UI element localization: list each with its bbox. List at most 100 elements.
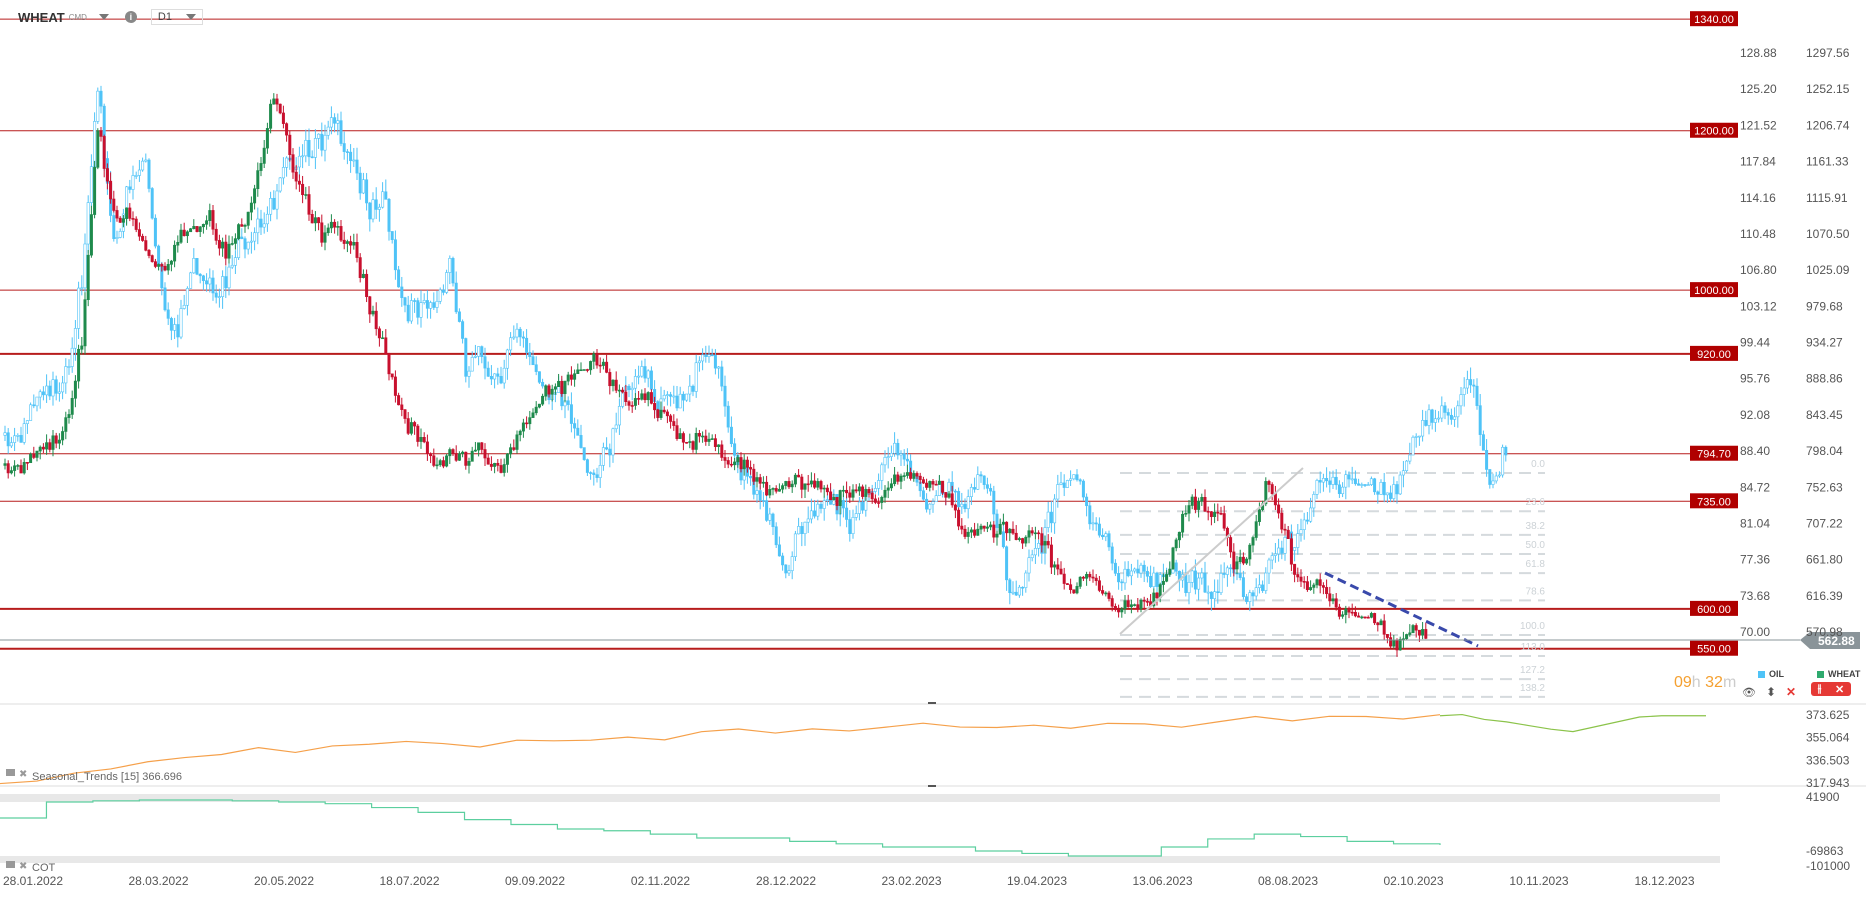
candle (1049, 511, 1053, 524)
candle (595, 353, 599, 366)
seasonal-panel-controls[interactable]: ✖ Seasonal_Trends [15] 366.696 (6, 769, 182, 783)
close-icon[interactable]: ✕ (1786, 685, 1796, 699)
candle (1334, 476, 1338, 486)
candle (563, 380, 567, 395)
candle (1305, 581, 1309, 591)
panel-close-icon[interactable]: ✖ (19, 861, 27, 872)
candle (1187, 505, 1191, 514)
candle (493, 462, 497, 467)
candle (102, 136, 106, 169)
timer-h: h (1691, 674, 1701, 691)
candle (1353, 478, 1357, 485)
candle (627, 385, 631, 391)
reorder-icon[interactable]: ⬍ (1766, 685, 1776, 699)
candle (582, 369, 586, 371)
symbol-dropdown-icon[interactable] (98, 14, 109, 20)
date-tick-label: 18.12.2023 (1634, 874, 1694, 888)
candle (1197, 500, 1201, 510)
info-icon[interactable]: i (124, 11, 137, 23)
candle (934, 495, 938, 503)
candle (1251, 537, 1255, 546)
candle (896, 442, 900, 456)
candle (816, 503, 820, 517)
candle (355, 159, 359, 174)
candle (589, 472, 593, 474)
panel-menu-icon[interactable] (6, 861, 15, 868)
candle-style-icon[interactable]: ⫲ (1818, 683, 1822, 696)
candle (240, 224, 244, 227)
candle (1219, 512, 1223, 515)
candle (470, 450, 474, 462)
candle (1053, 498, 1057, 524)
candle (384, 337, 388, 355)
seasonal-axis-label: 373.625 (1806, 708, 1850, 722)
chart-canvas[interactable]: 1340.00 1200.00 1000.00 920.00 794.70 735.00 6… (0, 0, 1866, 909)
candle (1341, 486, 1345, 495)
symbol-name[interactable]: WHEAT (18, 10, 65, 25)
candle (973, 529, 977, 536)
panel-close-icon[interactable]: ✖ (19, 769, 27, 780)
legend-wheat[interactable]: WHEAT (1817, 669, 1860, 679)
candle (342, 143, 346, 152)
candle (1193, 496, 1197, 510)
candle (22, 423, 26, 443)
candle (1123, 568, 1127, 584)
candle (329, 117, 333, 128)
candle (1238, 573, 1242, 578)
panel-resize-handle[interactable] (928, 702, 936, 704)
candle (1481, 434, 1485, 451)
candle (16, 435, 20, 437)
candle (873, 488, 877, 492)
candle (1267, 481, 1271, 485)
candle (381, 337, 385, 340)
candle (1030, 530, 1034, 534)
timeframe-select[interactable]: D1 (150, 9, 203, 25)
candle (701, 435, 705, 438)
candle (521, 336, 525, 339)
candle (217, 240, 221, 249)
candle (1373, 613, 1377, 624)
candle (189, 228, 193, 233)
remove-series-icon[interactable]: ✕ (1835, 683, 1844, 696)
panel-menu-icon[interactable] (6, 769, 15, 776)
legend-oil[interactable]: OIL (1758, 669, 1784, 679)
candle (358, 172, 362, 194)
candle (1101, 590, 1105, 594)
candle (515, 328, 519, 338)
date-tick-label: 28.01.2022 (3, 874, 63, 888)
candle (761, 500, 765, 502)
candle (1373, 478, 1377, 493)
candle (93, 121, 97, 167)
candle (787, 481, 791, 488)
candle (713, 438, 717, 447)
candle (499, 376, 503, 384)
oil-axis-label: 117.84 (1740, 155, 1776, 169)
candle (422, 300, 426, 303)
fib-level-label: 61.8 (1526, 559, 1546, 570)
candle (1389, 637, 1393, 647)
candle (377, 328, 381, 339)
level-label: 550.00 (1697, 644, 1731, 656)
candle (448, 449, 452, 457)
candle (496, 373, 500, 377)
candle (195, 226, 199, 232)
candle (784, 481, 788, 486)
candle (374, 199, 378, 210)
candle (1046, 541, 1050, 546)
timer-m: m (1722, 674, 1737, 691)
candle (646, 392, 650, 401)
candle (147, 159, 151, 189)
candle (1142, 564, 1146, 572)
candle (301, 155, 305, 158)
panel-resize-handle[interactable] (928, 785, 936, 787)
candle (576, 369, 580, 374)
candle (1059, 482, 1063, 485)
eye-icon[interactable]: 👁 (1742, 686, 1756, 699)
candle (1382, 620, 1386, 635)
candle (1270, 555, 1274, 561)
candle (262, 147, 266, 164)
candle (1203, 497, 1207, 512)
candle (409, 422, 413, 434)
candle (438, 460, 442, 466)
candle (1113, 605, 1117, 611)
